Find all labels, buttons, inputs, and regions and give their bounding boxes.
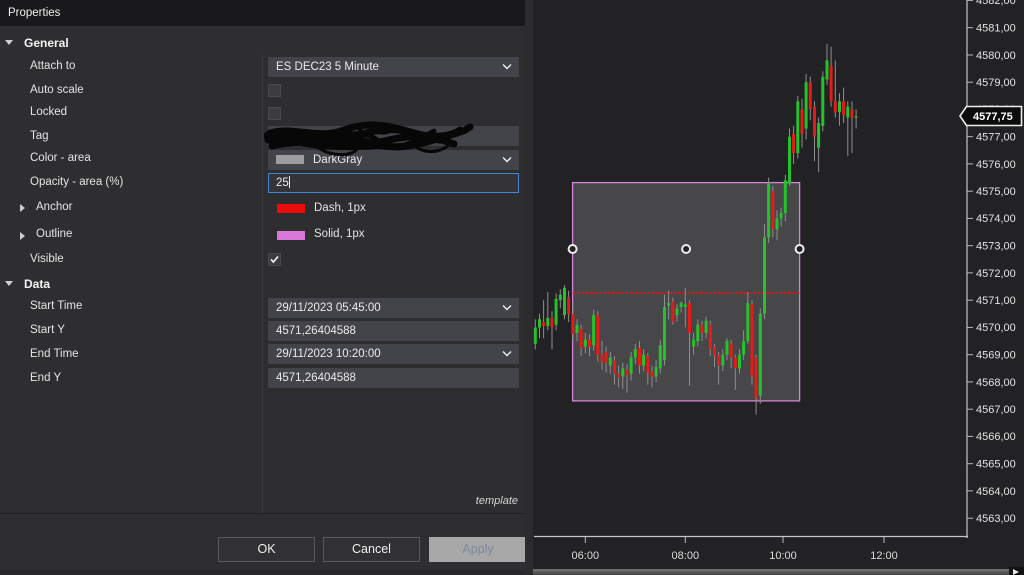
svg-text:4570,00: 4570,00 <box>976 322 1016 334</box>
svg-text:4568,00: 4568,00 <box>976 377 1016 389</box>
svg-text:4582,00: 4582,00 <box>976 0 1016 7</box>
svg-text:4563,00: 4563,00 <box>976 513 1016 525</box>
svg-text:4579,00: 4579,00 <box>976 77 1016 89</box>
svg-text:4566,00: 4566,00 <box>976 431 1016 443</box>
svg-text:4572,00: 4572,00 <box>976 268 1016 280</box>
svg-text:06:00: 06:00 <box>572 550 600 562</box>
svg-text:4580,00: 4580,00 <box>976 50 1016 62</box>
svg-text:08:00: 08:00 <box>672 550 700 562</box>
svg-text:12:00: 12:00 <box>870 550 898 562</box>
svg-text:4565,00: 4565,00 <box>976 459 1016 471</box>
svg-text:4569,00: 4569,00 <box>976 350 1016 362</box>
svg-text:4564,00: 4564,00 <box>976 486 1016 498</box>
svg-text:4574,00: 4574,00 <box>976 213 1016 225</box>
svg-text:4573,00: 4573,00 <box>976 241 1016 253</box>
svg-text:4581,00: 4581,00 <box>976 23 1016 35</box>
svg-text:10:00: 10:00 <box>769 550 797 562</box>
svg-text:4575,00: 4575,00 <box>976 186 1016 198</box>
svg-text:4571,00: 4571,00 <box>976 295 1016 307</box>
svg-text:4577,00: 4577,00 <box>976 132 1016 144</box>
svg-text:4567,00: 4567,00 <box>976 404 1016 416</box>
svg-text:4577,75: 4577,75 <box>973 111 1013 123</box>
svg-text:4576,00: 4576,00 <box>976 159 1016 171</box>
